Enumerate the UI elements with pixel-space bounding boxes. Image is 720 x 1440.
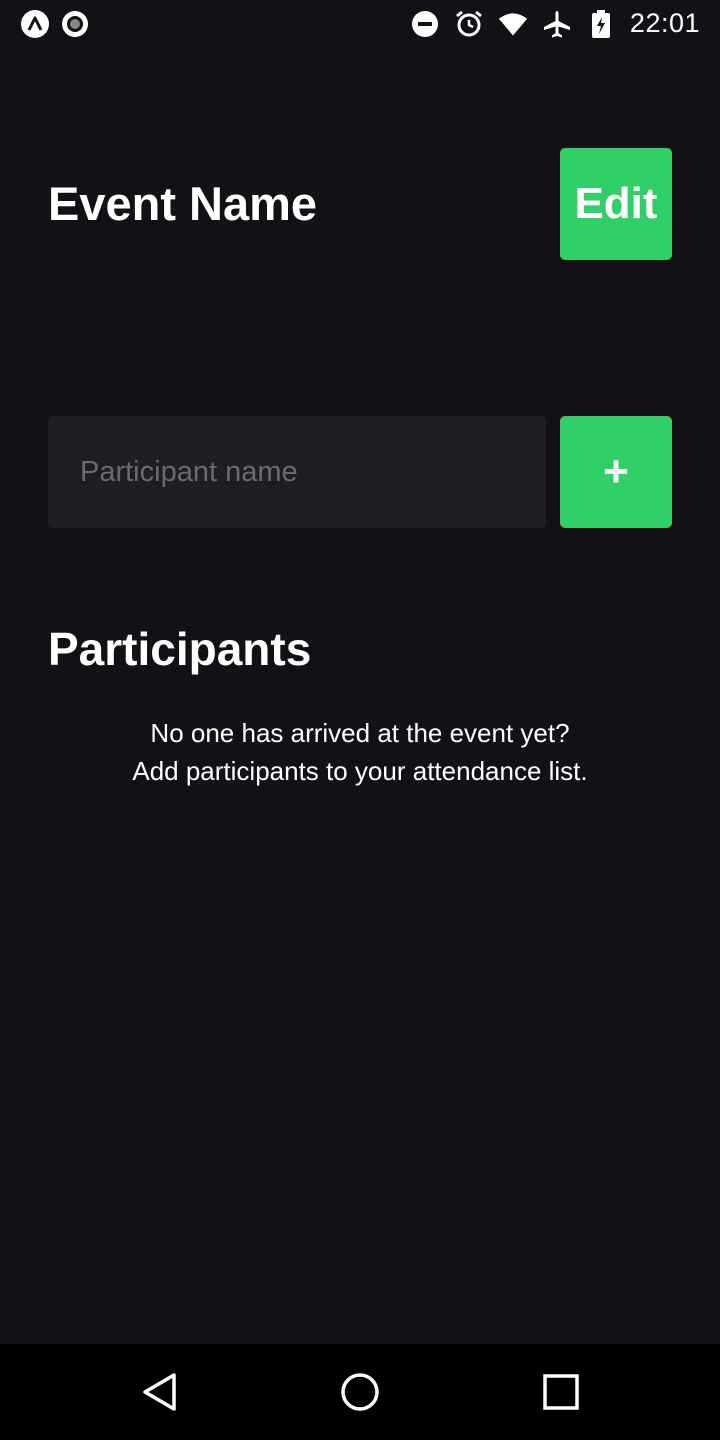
navigation-bar bbox=[0, 1344, 720, 1440]
airplane-icon bbox=[542, 9, 572, 39]
edit-button[interactable]: Edit bbox=[560, 148, 672, 260]
participants-title: Participants bbox=[48, 623, 312, 675]
empty-message-line-2: Add participants to your attendance list… bbox=[132, 756, 588, 786]
recents-icon[interactable] bbox=[542, 1372, 582, 1412]
clock-time: 22:01 bbox=[629, 8, 700, 38]
status-bar: 22:01 bbox=[0, 0, 720, 48]
do-not-disturb-icon bbox=[410, 9, 440, 39]
back-icon[interactable] bbox=[140, 1372, 180, 1412]
wifi-icon bbox=[498, 9, 528, 39]
alarm-icon bbox=[454, 9, 484, 39]
app-a-icon bbox=[20, 9, 50, 39]
app-screen: 22:01 Event Name Edit + Participants No … bbox=[0, 0, 720, 1440]
home-icon[interactable] bbox=[340, 1372, 380, 1412]
add-participant-button[interactable]: + bbox=[560, 416, 672, 528]
empty-message-line-1: No one has arrived at the event yet? bbox=[150, 718, 570, 748]
participant-name-input[interactable] bbox=[48, 416, 546, 528]
event-title: Event Name bbox=[48, 177, 318, 230]
empty-list-message: No one has arrived at the event yet? Add… bbox=[0, 714, 720, 790]
battery-charging-icon bbox=[586, 9, 616, 39]
record-icon bbox=[60, 9, 90, 39]
